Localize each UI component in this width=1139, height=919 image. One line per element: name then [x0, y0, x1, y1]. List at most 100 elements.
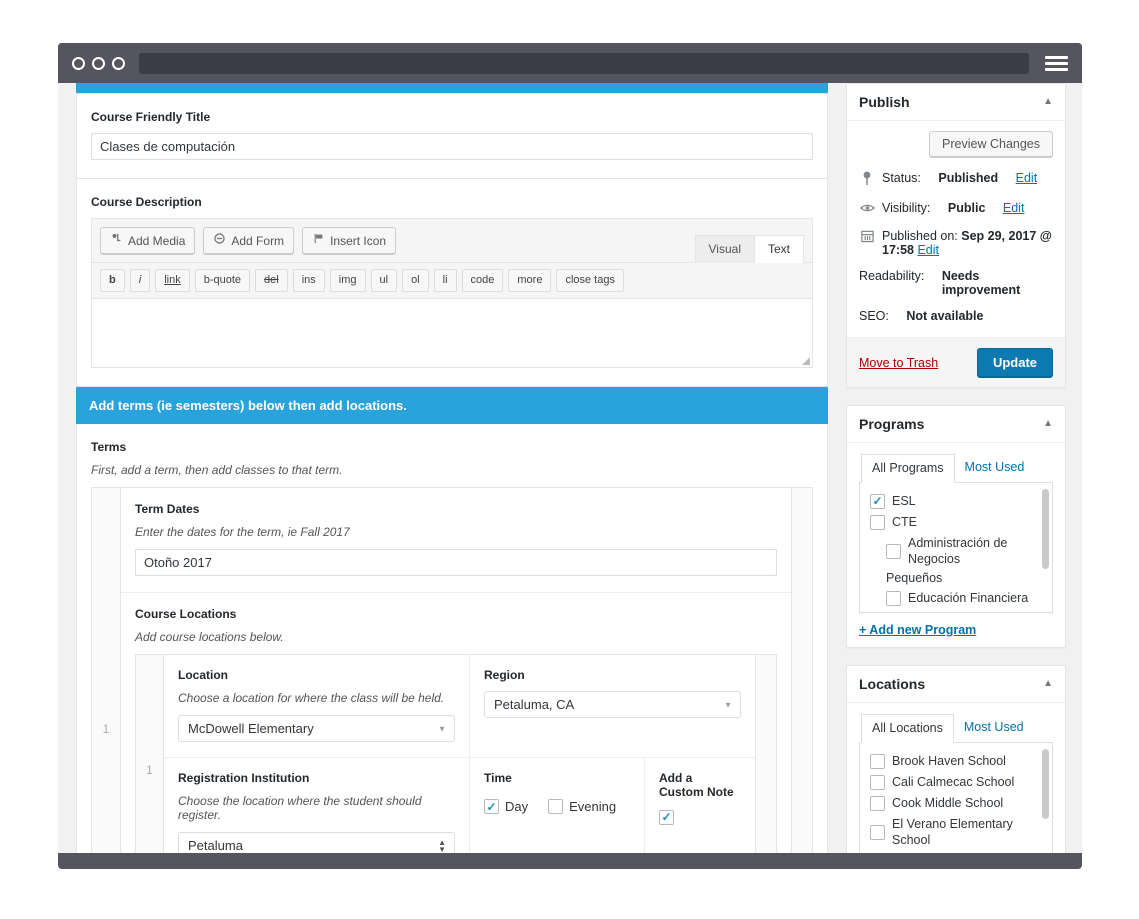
checkbox-icon[interactable] [870, 775, 885, 790]
checkbox-icon[interactable] [870, 515, 885, 530]
readability-value: Needs improvement [942, 269, 1053, 297]
collapse-icon[interactable]: ▲ [1043, 97, 1053, 107]
checkbox-icon[interactable] [870, 825, 885, 840]
terms-label: Terms [91, 440, 813, 454]
locations-scrollbar[interactable] [1042, 749, 1049, 819]
list-item[interactable]: Empezando un Negocio [866, 609, 1046, 613]
media-buttons: Add Media Add Form [100, 227, 396, 262]
qt-more-button[interactable]: more [508, 269, 551, 292]
locations-panel-title: Locations [859, 676, 925, 692]
location-select[interactable]: McDowell Elementary ▼ [178, 715, 455, 742]
move-to-trash-link[interactable]: Move to Trash [859, 356, 938, 370]
tab-all-programs[interactable]: All Programs [861, 454, 955, 483]
chevron-down-icon: ▼ [438, 724, 446, 733]
checkbox-icon[interactable] [870, 754, 885, 769]
programs-list[interactable]: ESL CTE Administración de Negocios [859, 483, 1053, 613]
publish-panel-body: Preview Changes Status: Published Edit [847, 121, 1065, 337]
qt-italic-button[interactable]: i [130, 269, 150, 292]
browser-window: Course Friendly Title Course Description [58, 43, 1082, 869]
tab-text[interactable]: Text [754, 235, 804, 263]
location-cell: Location Choose a location for where the… [164, 655, 469, 757]
program-label: CTE [892, 514, 917, 530]
update-button[interactable]: Update [977, 348, 1053, 377]
list-item[interactable]: Educación Financiera [866, 588, 1046, 609]
custom-note-checkbox[interactable] [659, 810, 674, 825]
minimize-dot-icon[interactable] [92, 57, 105, 70]
checkbox-icon[interactable] [886, 591, 901, 606]
visibility-value: Public [948, 201, 986, 215]
maximize-dot-icon[interactable] [112, 57, 125, 70]
hamburger-menu-icon[interactable] [1045, 56, 1068, 71]
list-item[interactable]: Elsie Allen High School [866, 851, 1046, 853]
qt-img-button[interactable]: img [330, 269, 366, 292]
preview-changes-button[interactable]: Preview Changes [929, 131, 1053, 157]
term-dates-input[interactable] [135, 549, 777, 576]
location-row-1: Location Choose a location for where the… [164, 655, 755, 757]
location-row-2: Registration Institution Choose the loca… [164, 757, 755, 853]
location-row-tail [755, 655, 776, 853]
qt-ins-button[interactable]: ins [293, 269, 325, 292]
checkbox-icon[interactable] [886, 544, 901, 559]
status-edit-link[interactable]: Edit [1016, 171, 1038, 185]
location-row-index: 1 [136, 655, 164, 853]
program-label: Empezando un Negocio [908, 611, 1041, 613]
qt-ul-button[interactable]: ul [371, 269, 398, 292]
list-item[interactable]: Cali Calmecac School [866, 772, 1046, 793]
address-bar[interactable] [139, 53, 1029, 74]
published-on-label: Published on: [882, 229, 958, 243]
window-controls[interactable] [72, 57, 125, 70]
region-select[interactable]: Petaluma, CA ▼ [484, 691, 741, 718]
visibility-edit-link[interactable]: Edit [1003, 201, 1025, 215]
checkbox-icon[interactable] [870, 796, 885, 811]
qt-code-button[interactable]: code [462, 269, 504, 292]
list-item[interactable]: ESL [866, 491, 1046, 512]
qt-del-button[interactable]: del [255, 269, 288, 292]
programs-panel-title: Programs [859, 416, 924, 432]
qt-li-button[interactable]: li [434, 269, 457, 292]
editor-wrapper: Add Media Add Form [91, 218, 813, 368]
programs-scrollbar[interactable] [1042, 489, 1049, 569]
qt-close-tags-button[interactable]: close tags [556, 269, 624, 292]
insert-icon-button[interactable]: Insert Icon [302, 227, 396, 254]
close-dot-icon[interactable] [72, 57, 85, 70]
tab-all-locations[interactable]: All Locations [861, 714, 954, 743]
qt-link-button[interactable]: link [155, 269, 190, 292]
checkbox-icon[interactable] [886, 612, 901, 614]
course-friendly-title-input[interactable] [91, 133, 813, 160]
page-viewport[interactable]: Course Friendly Title Course Description [58, 83, 1082, 853]
registration-institution-select[interactable]: Petaluma ▲▼ [178, 832, 455, 853]
time-evening-label: Evening [569, 799, 616, 814]
time-day-option[interactable]: Day [484, 799, 528, 814]
add-form-button[interactable]: Add Form [203, 227, 294, 254]
list-item[interactable]: CTE [866, 512, 1046, 533]
location-label: Cook Middle School [892, 795, 1003, 811]
checkbox-icon[interactable] [484, 799, 499, 814]
visibility-label: Visibility: [882, 201, 930, 215]
published-on-edit-link[interactable]: Edit [917, 243, 939, 257]
tab-visual[interactable]: Visual [695, 235, 755, 263]
add-media-button[interactable]: Add Media [100, 227, 195, 254]
editor-topbar: Add Media Add Form [92, 219, 812, 262]
qt-ol-button[interactable]: ol [402, 269, 429, 292]
tab-most-used-locations[interactable]: Most Used [954, 714, 1034, 743]
add-new-program-link[interactable]: + Add new Program [859, 623, 1053, 637]
editor-textarea[interactable] [92, 298, 812, 367]
term-dates-label: Term Dates [135, 502, 777, 516]
checkbox-icon[interactable] [870, 494, 885, 509]
collapse-icon[interactable]: ▲ [1043, 679, 1053, 689]
checkbox-icon[interactable] [548, 799, 563, 814]
list-item[interactable]: Brook Haven School [866, 751, 1046, 772]
time-label: Time [484, 771, 630, 785]
list-item[interactable]: Administración de Negocios [866, 533, 1046, 570]
list-item[interactable]: El Verano Elementary School [866, 814, 1046, 851]
qt-bquote-button[interactable]: b-quote [195, 269, 250, 292]
locations-panel-body: All Locations Most Used Brook Haven Scho… [847, 703, 1065, 853]
top-notice-strip [76, 83, 828, 93]
list-item[interactable]: Cook Middle School [866, 793, 1046, 814]
term-row-body: Term Dates Enter the dates for the term,… [121, 488, 791, 853]
collapse-icon[interactable]: ▲ [1043, 419, 1053, 429]
locations-list[interactable]: Brook Haven School Cali Calmecac School … [859, 743, 1053, 853]
tab-most-used-programs[interactable]: Most Used [955, 454, 1035, 483]
qt-bold-button[interactable]: b [100, 269, 125, 292]
time-evening-option[interactable]: Evening [548, 799, 616, 814]
